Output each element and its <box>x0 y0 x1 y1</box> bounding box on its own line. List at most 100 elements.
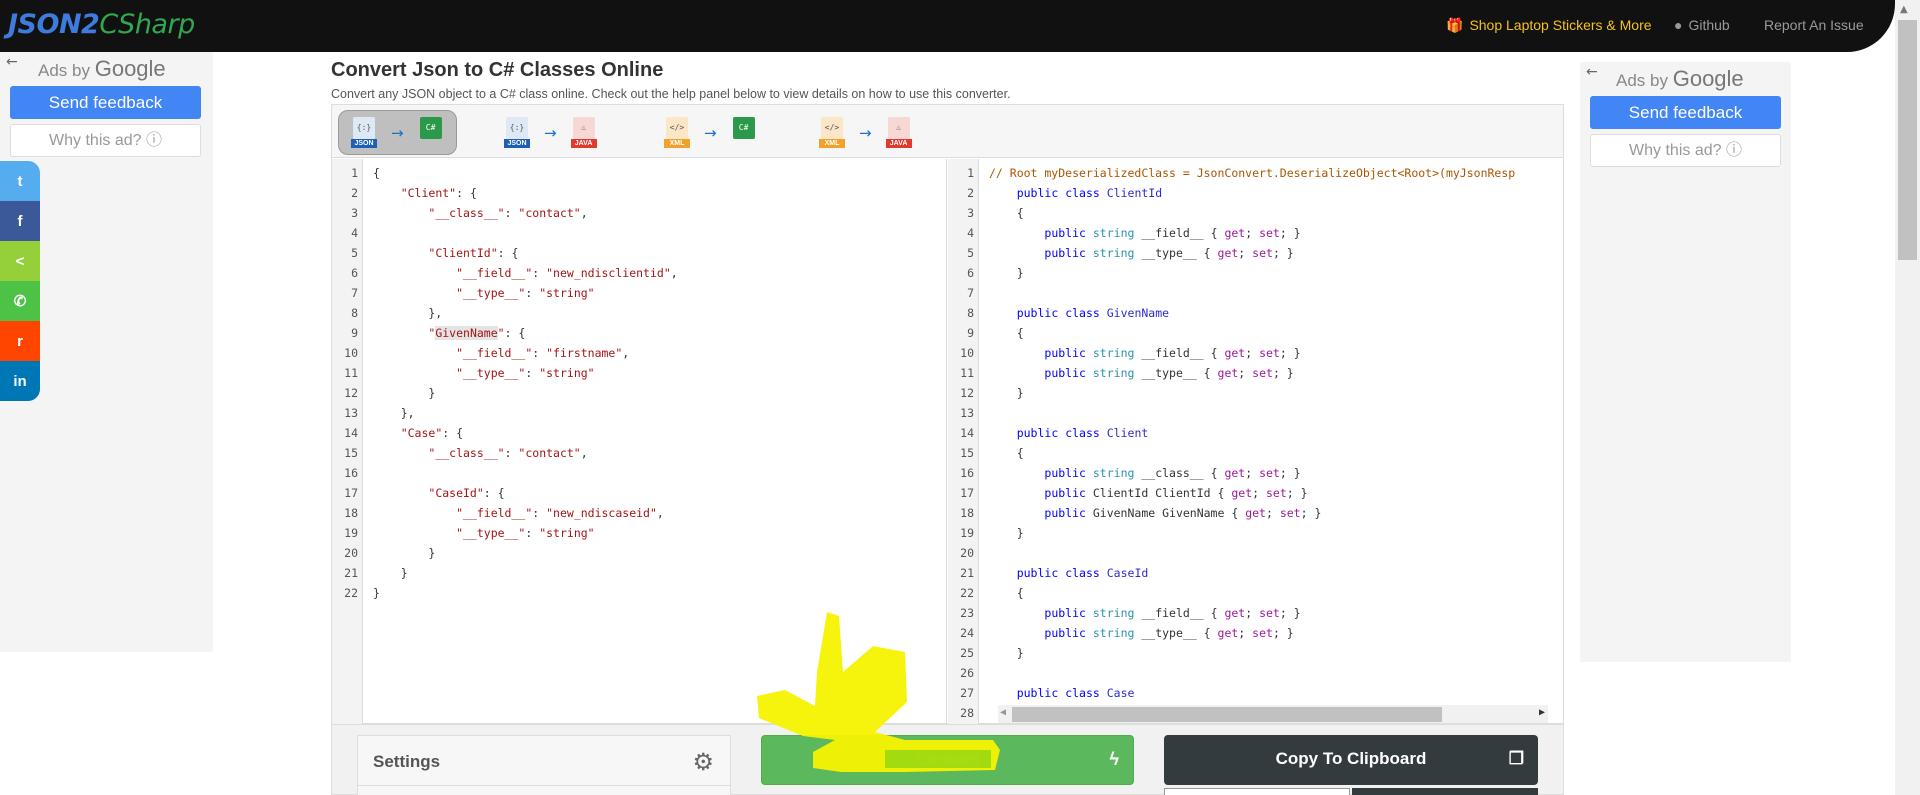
java-file-icon: ♨ JAVA <box>570 116 597 149</box>
converter-panel: {:} JSON → C# {:} JSON → ♨ JAVA </> XML → C# </> XML → ♨… <box>331 104 1564 725</box>
line-number: 2 <box>967 186 974 200</box>
send-feedback-button[interactable]: Send feedback <box>10 86 201 119</box>
secondary-button-right[interactable] <box>1352 788 1538 795</box>
line-number: 22 <box>344 586 358 600</box>
page-scrollbar-thumb[interactable] <box>1898 20 1917 260</box>
code-text: { <box>373 166 380 180</box>
csharp-horizontal-scrollbar[interactable]: ◀ ▶ <box>998 705 1548 723</box>
twitter-share-icon[interactable]: t <box>0 161 40 201</box>
code-text: "GivenName": { <box>428 326 526 340</box>
ads-by-google: Ads by Google <box>1616 66 1744 92</box>
gear-icon[interactable]: ⚙ <box>692 748 714 776</box>
ad-back-arrow-icon[interactable]: ← <box>1586 64 1598 80</box>
line-number: 12 <box>344 386 358 400</box>
logo-json: JSON2 <box>8 9 100 40</box>
code-text: public class ClientId <box>1016 186 1163 200</box>
code-line: 26 <box>948 663 1563 683</box>
line-number: 8 <box>351 306 358 320</box>
csharp-output-editor[interactable]: 1 // Root myDeserializedClass = JsonConve… <box>948 159 1563 725</box>
json-input-editor[interactable]: 1{2 "Client": {3 "__class__": "contact",… <box>332 159 947 725</box>
code-text: } <box>989 386 1024 400</box>
google-label: Google <box>1672 66 1744 91</box>
line-number: 25 <box>960 646 974 660</box>
code-line: 16 <box>332 463 946 483</box>
code-line: 4 <box>332 223 946 243</box>
converter-xml-to-csharp[interactable]: </> XML → C# <box>652 110 769 155</box>
line-number: 16 <box>960 466 974 480</box>
code-text: public class Case <box>1016 686 1135 700</box>
copy-to-clipboard-button[interactable]: Copy To Clipboard ❐ <box>1164 735 1538 785</box>
secondary-button-left[interactable] <box>1164 788 1350 795</box>
code-line: 24 public string __type__ { get; set; } <box>948 623 1563 643</box>
code-line: 11 "__type__": "string" <box>332 363 946 383</box>
code-line: 2 "Client": { <box>332 183 946 203</box>
code-line: 9 "GivenName": { <box>332 323 946 343</box>
code-line: 23 public string __field__ { get; set; } <box>948 603 1563 623</box>
code-line: 19 "__type__": "string" <box>332 523 946 543</box>
line-number: 17 <box>960 486 974 500</box>
converter-json-to-java[interactable]: {:} JSON → ♨ JAVA <box>492 110 609 155</box>
share-share-icon[interactable]: < <box>0 241 40 281</box>
settings-divider <box>358 785 730 786</box>
site-logo[interactable]: JSON2CSharp <box>8 9 195 40</box>
copy-label: Copy To Clipboard <box>1275 749 1427 768</box>
facebook-share-icon[interactable]: f <box>0 201 40 241</box>
code-text: public string __field__ { get; set; } <box>1044 346 1301 360</box>
send-feedback-button[interactable]: Send feedback <box>1590 96 1781 129</box>
line-number: 20 <box>344 546 358 560</box>
code-line: 9 { <box>948 323 1563 343</box>
convert-button[interactable]: Convert ϟ <box>761 735 1134 785</box>
code-text: "__type__": "string" <box>456 286 595 300</box>
code-text: }, <box>373 306 443 320</box>
ads-by-label: Ads by <box>38 61 90 80</box>
code-line: 27 public class Case <box>948 683 1563 703</box>
code-line: 14 "Case": { <box>332 423 946 443</box>
code-line: 14 public class Client <box>948 423 1563 443</box>
why-this-ad-button[interactable]: Why this ad? ⓘ <box>10 124 201 157</box>
whatsapp-share-icon[interactable]: ✆ <box>0 281 40 321</box>
reddit-share-icon[interactable]: r <box>0 321 40 361</box>
code-text: "CaseId": { <box>428 486 505 500</box>
why-this-ad-button[interactable]: Why this ad? ⓘ <box>1590 134 1781 167</box>
line-number: 4 <box>967 226 974 240</box>
code-line: 15 { <box>948 443 1563 463</box>
github-link[interactable]: ● Github <box>1674 17 1730 33</box>
report-issue-link[interactable]: Report An Issue <box>1764 17 1864 33</box>
ad-back-arrow-icon[interactable]: ← <box>6 54 18 70</box>
scroll-left-arrow-icon[interactable]: ◀ <box>1000 707 1006 718</box>
line-number: 11 <box>344 366 358 380</box>
code-line: 7 <box>948 283 1563 303</box>
code-line: 13 }, <box>332 403 946 423</box>
github-link-label: Github <box>1688 17 1730 33</box>
scroll-up-arrow-icon[interactable]: ▲ <box>1900 4 1908 15</box>
right-ad-panel: ← Ads by Google Send feedback Why this a… <box>1580 62 1791 662</box>
code-line: 3 { <box>948 203 1563 223</box>
code-line: 10 "__field__": "firstname", <box>332 343 946 363</box>
shop-link-label: Shop Laptop Stickers & More <box>1469 17 1652 33</box>
logo-csharp: CSharp <box>99 9 195 40</box>
line-number: 22 <box>960 586 974 600</box>
line-number: 6 <box>967 266 974 280</box>
google-label: Google <box>94 56 166 81</box>
line-number: 15 <box>344 446 358 460</box>
horizontal-scrollbar-thumb[interactable] <box>1012 707 1442 722</box>
code-line: 25 } <box>948 643 1563 663</box>
settings-panel[interactable]: Settings ⚙ <box>357 735 731 795</box>
converter-json-to-csharp[interactable]: {:} JSON → C# <box>338 110 457 155</box>
code-text: "Client": { <box>400 186 477 200</box>
line-number: 19 <box>960 526 974 540</box>
scroll-right-arrow-icon[interactable]: ▶ <box>1539 707 1545 718</box>
converter-xml-to-java[interactable]: </> XML → ♨ JAVA <box>807 110 924 155</box>
line-number: 24 <box>960 626 974 640</box>
code-line: 6 } <box>948 263 1563 283</box>
code-text: }, <box>373 406 415 420</box>
code-line: 7 "__type__": "string" <box>332 283 946 303</box>
ads-by-label: Ads by <box>1616 71 1668 90</box>
line-number: 27 <box>960 686 974 700</box>
line-number: 9 <box>967 326 974 340</box>
linkedin-share-icon[interactable]: in <box>0 361 40 401</box>
line-number: 15 <box>960 446 974 460</box>
code-line: 8 public class GivenName <box>948 303 1563 323</box>
shop-stickers-link[interactable]: 🎁 Shop Laptop Stickers & More <box>1446 17 1652 34</box>
arrow-right-icon: → <box>704 123 717 142</box>
